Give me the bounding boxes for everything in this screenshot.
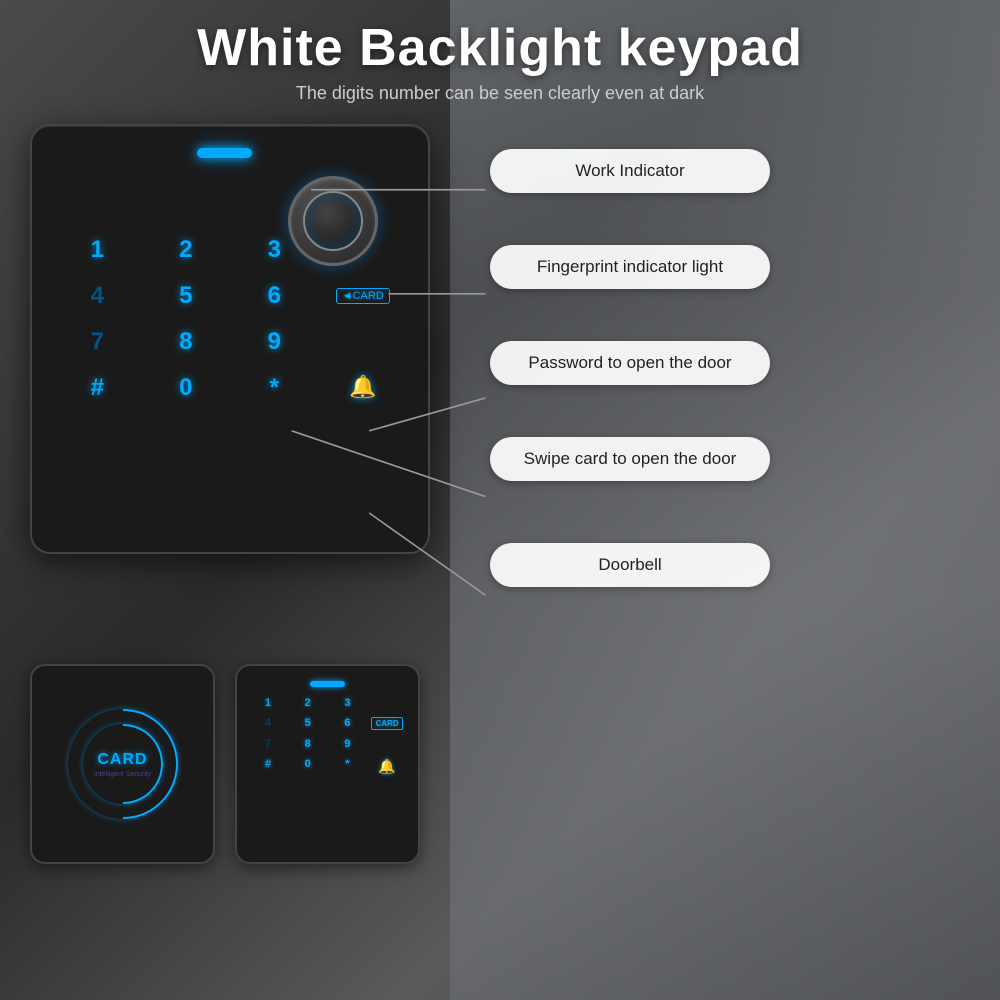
small-key-1[interactable]: 1 <box>252 697 284 709</box>
small-key-0[interactable]: 0 <box>292 758 324 775</box>
card-logo-circle: CARD Intelligent Security <box>68 709 178 819</box>
small-key-5[interactable]: 5 <box>292 717 324 730</box>
fingerprint-label: Fingerprint indicator light <box>490 245 770 289</box>
work-indicator-label-item: Work Indicator <box>490 149 970 193</box>
small-led <box>310 681 345 687</box>
small-key-star[interactable]: * <box>332 758 364 775</box>
key-star[interactable]: * <box>239 374 310 402</box>
small-key-2[interactable]: 2 <box>292 697 324 709</box>
work-indicator-label: Work Indicator <box>490 149 770 193</box>
small-keypad-device: 1 2 3 4 5 6 CARD 7 8 9 # 0 * 🔔 <box>235 664 420 864</box>
card-sublabel: Intelligent Security <box>94 771 151 778</box>
doorbell-label: Doorbell <box>490 543 770 587</box>
key-9[interactable]: 9 <box>239 328 310 356</box>
page-subtitle: The digits number can be seen clearly ev… <box>30 83 970 104</box>
small-keypad-grid: 1 2 3 4 5 6 CARD 7 8 9 # 0 * 🔔 <box>252 697 403 775</box>
small-key-empty-2 <box>371 738 403 750</box>
swipe-card-label-item: Swipe card to open the door <box>490 437 970 481</box>
password-label-item: Password to open the door <box>490 341 970 385</box>
page-title: White Backlight keypad <box>30 20 970 77</box>
small-key-empty-1 <box>371 697 403 709</box>
key-5[interactable]: 5 <box>151 282 222 310</box>
small-key-3[interactable]: 3 <box>332 697 364 709</box>
right-panel: Work Indicator Fingerprint indicator lig… <box>490 124 970 639</box>
small-key-4[interactable]: 4 <box>252 717 284 730</box>
small-key-7[interactable]: 7 <box>252 738 284 750</box>
card-main-label: CARD <box>94 751 151 769</box>
keypad-device: 1 2 3 4 5 6 ◄CARD 7 8 9 <box>30 124 430 554</box>
key-7[interactable]: 7 <box>62 328 133 356</box>
small-key-9[interactable]: 9 <box>332 738 364 750</box>
key-card[interactable]: ◄CARD <box>328 282 399 310</box>
card-text-center: CARD Intelligent Security <box>94 751 151 778</box>
key-2[interactable]: 2 <box>151 236 222 264</box>
bell-icon[interactable]: 🔔 <box>328 374 399 402</box>
diagram-section: 1 2 3 4 5 6 ◄CARD 7 8 9 <box>30 124 970 639</box>
key-8[interactable]: 8 <box>151 328 222 356</box>
bottom-section: CARD Intelligent Security 1 2 3 4 5 6 CA… <box>30 664 970 864</box>
key-6[interactable]: 6 <box>239 282 310 310</box>
card-icon: ◄CARD <box>336 288 390 304</box>
key-0[interactable]: 0 <box>151 374 222 402</box>
small-key-8[interactable]: 8 <box>292 738 324 750</box>
work-indicator-led <box>197 148 252 158</box>
doorbell-label-item: Doorbell <box>490 543 970 587</box>
card-reader-device: CARD Intelligent Security <box>30 664 215 864</box>
key-4[interactable]: 4 <box>62 282 133 310</box>
small-key-bell[interactable]: 🔔 <box>371 758 403 775</box>
fingerprint-scanner <box>288 176 378 266</box>
header-section: White Backlight keypad The digits number… <box>30 20 970 104</box>
page-container: White Backlight keypad The digits number… <box>0 0 1000 1000</box>
left-panel: 1 2 3 4 5 6 ◄CARD 7 8 9 <box>30 124 460 639</box>
small-key-6[interactable]: 6 <box>332 717 364 730</box>
password-label: Password to open the door <box>490 341 770 385</box>
key-hash[interactable]: # <box>62 374 133 402</box>
fingerprint-inner <box>303 191 363 251</box>
small-key-hash[interactable]: # <box>252 758 284 775</box>
swipe-card-label: Swipe card to open the door <box>490 437 770 481</box>
small-key-card[interactable]: CARD <box>371 717 403 730</box>
key-1[interactable]: 1 <box>62 236 133 264</box>
fingerprint-label-item: Fingerprint indicator light <box>490 245 970 289</box>
key-empty-2 <box>328 328 399 356</box>
